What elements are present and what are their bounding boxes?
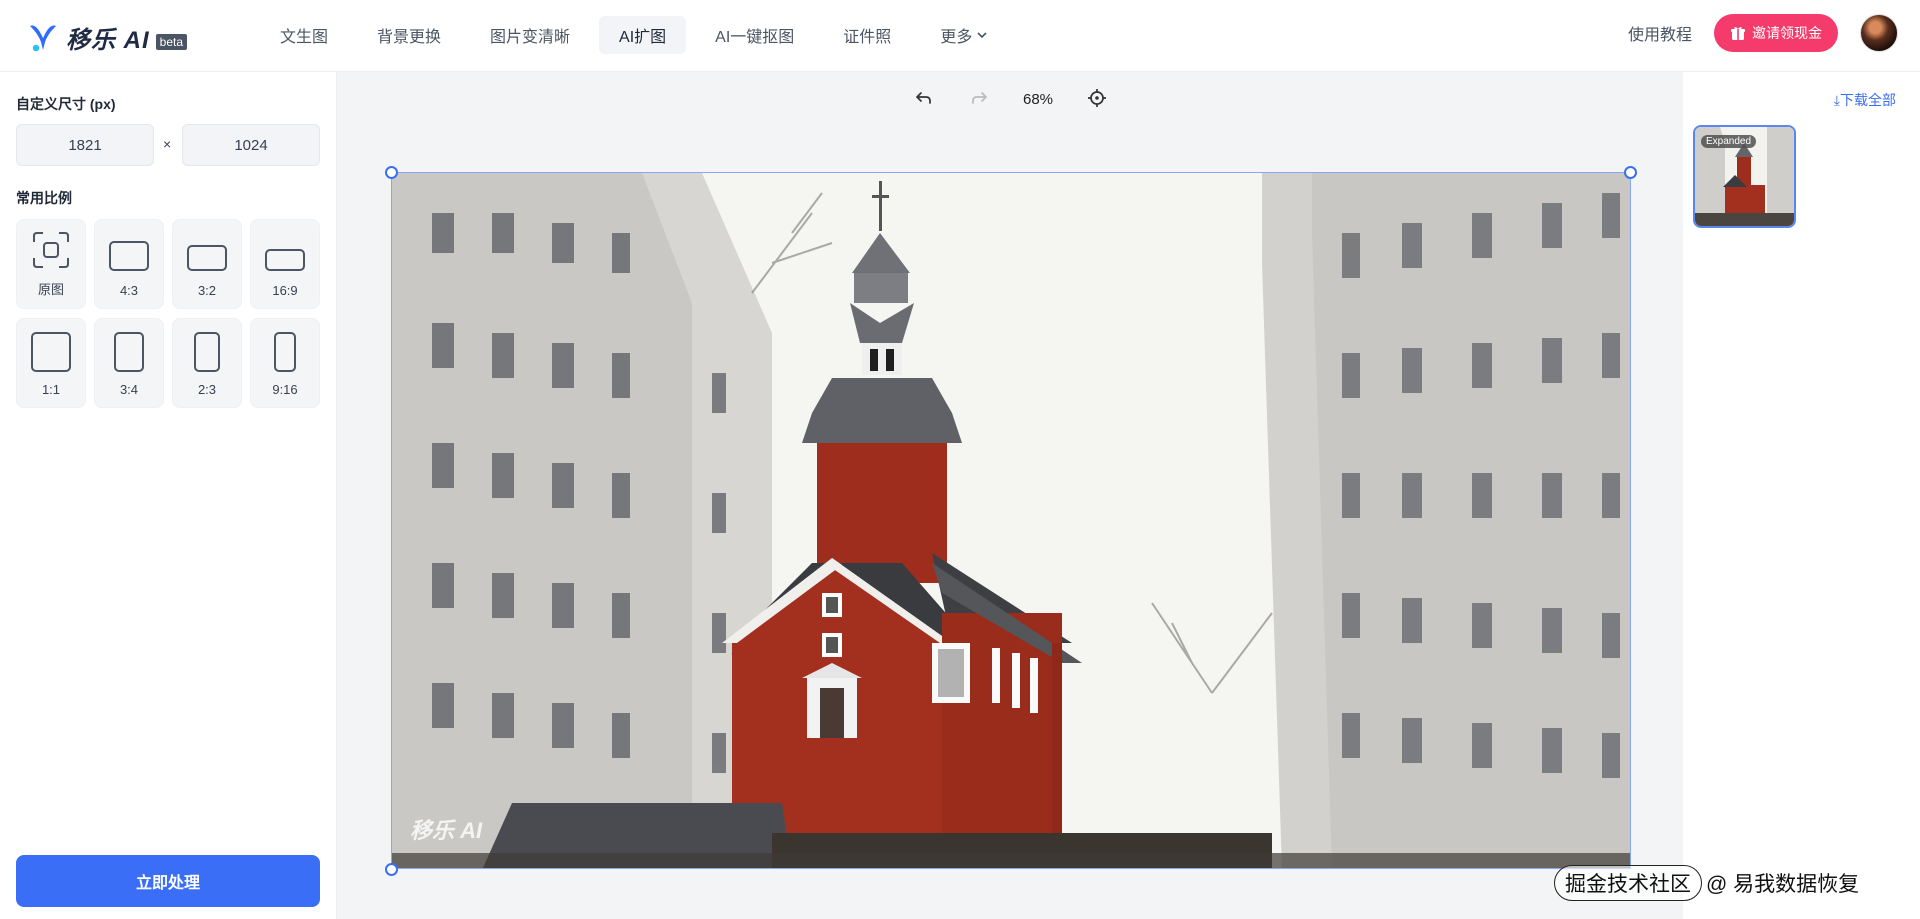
- watermark-pill: 掘金技术社区: [1554, 865, 1702, 901]
- resize-handle-bottom-left[interactable]: [385, 863, 398, 876]
- ratio-shape-icon: [194, 332, 220, 372]
- download-all-label: 下载全部: [1840, 92, 1896, 108]
- ratio-label: 2:3: [197, 382, 217, 397]
- church-photo: 移乐 AI: [392, 173, 1630, 868]
- undo-button[interactable]: [910, 84, 938, 112]
- ratio-grid: 原图 4:3 3:2 16:9 1:1 3:4 2:3 9:16: [16, 219, 320, 408]
- invite-label: 邀请领现金: [1752, 25, 1822, 41]
- ratio-2-3[interactable]: 2:3: [172, 318, 242, 408]
- chevron-down-icon: [977, 32, 987, 39]
- ratio-original[interactable]: 原图: [16, 219, 86, 309]
- redo-icon: [972, 92, 987, 104]
- top-header: 移乐 AI beta 文生图 背景更换 图片变清晰 AI扩图 AI一键抠图 证件…: [0, 0, 1920, 72]
- nav-label: 图片变清晰: [490, 29, 571, 46]
- original-size-icon: [33, 232, 69, 268]
- avatar[interactable]: [1860, 14, 1898, 52]
- nav-label: 背景更换: [377, 29, 442, 46]
- image-watermark: 移乐 AI: [410, 818, 483, 843]
- canvas-area: 68% 移乐 AI: [337, 72, 1683, 919]
- nav-id-photo[interactable]: 证件照: [823, 16, 911, 54]
- nav-more[interactable]: 更多: [920, 16, 1008, 54]
- canvas-toolbar: 68%: [337, 84, 1683, 112]
- main-nav: 文生图 背景更换 图片变清晰 AI扩图 AI一键抠图 证件照 更多: [260, 16, 1017, 54]
- ratio-label: 3:4: [119, 382, 139, 397]
- result-thumbnail[interactable]: Expanded: [1693, 125, 1796, 228]
- expanded-badge: Expanded: [1701, 135, 1757, 148]
- nav-background-replace[interactable]: 背景更换: [357, 16, 461, 54]
- gift-icon: [1731, 27, 1745, 40]
- settings-sidebar: 自定义尺寸 (px) × 常用比例 原图 4:3 3:2 16:9 1:1: [0, 72, 337, 919]
- header-actions: 使用教程 邀请领现金: [1628, 14, 1898, 52]
- ratio-3-2[interactable]: 3:2: [172, 219, 242, 309]
- ratio-label: 4:3: [119, 283, 139, 298]
- ratio-label: 原图: [37, 282, 64, 297]
- times-symbol: ×: [163, 136, 172, 152]
- ratio-4-3[interactable]: 4:3: [94, 219, 164, 309]
- ratio-16-9[interactable]: 16:9: [250, 219, 320, 309]
- logo-icon: [30, 24, 56, 51]
- ratio-label: 9:16: [272, 382, 298, 397]
- nav-label: 文生图: [280, 29, 329, 46]
- recenter-button[interactable]: [1083, 84, 1111, 112]
- resize-handle-top-left[interactable]: [385, 166, 398, 179]
- results-panel: ⤓下载全部 Expanded: [1683, 72, 1920, 919]
- zoom-level: 68%: [1023, 91, 1054, 108]
- width-input[interactable]: [16, 124, 154, 166]
- invite-cash-button[interactable]: 邀请领现金: [1714, 14, 1838, 52]
- ratio-title: 常用比例: [16, 190, 72, 206]
- custom-size-title: 自定义尺寸 (px): [16, 96, 116, 112]
- redo-button[interactable]: [965, 84, 993, 112]
- ratio-shape-icon: [265, 249, 305, 271]
- tutorial-link[interactable]: 使用教程: [1628, 21, 1692, 45]
- ratio-shape-icon: [187, 245, 227, 271]
- crosshair-icon: [1088, 89, 1106, 107]
- ratio-3-4[interactable]: 3:4: [94, 318, 164, 408]
- ratio-label: 16:9: [272, 283, 298, 298]
- ratio-shape-icon: [109, 241, 149, 271]
- ratio-label: 1:1: [41, 382, 61, 397]
- beta-badge: beta: [155, 33, 188, 50]
- logo[interactable]: 移乐 AI beta: [28, 20, 188, 55]
- nav-label: AI扩图: [619, 29, 667, 46]
- ratio-9-16[interactable]: 9:16: [250, 318, 320, 408]
- ratio-1-1[interactable]: 1:1: [16, 318, 86, 408]
- resize-handle-top-right[interactable]: [1624, 166, 1637, 179]
- nav-image-enhance[interactable]: 图片变清晰: [470, 16, 590, 54]
- ratio-shape-icon: [31, 332, 71, 372]
- watermark-text: @ 易我数据恢复: [1706, 873, 1860, 896]
- ratio-shape-icon: [274, 332, 296, 372]
- process-now-button[interactable]: 立即处理: [16, 855, 320, 907]
- ratio-label: 3:2: [197, 283, 217, 298]
- download-all-link[interactable]: ⤓下载全部: [1834, 90, 1896, 110]
- nav-label: 证件照: [843, 29, 892, 46]
- nav-ai-cutout[interactable]: AI一键抠图: [695, 16, 814, 54]
- nav-text-to-image[interactable]: 文生图: [260, 16, 348, 54]
- undo-icon: [916, 92, 931, 104]
- logo-text: 移乐 AI: [66, 27, 150, 54]
- nav-label: 更多: [940, 29, 973, 46]
- height-input[interactable]: [182, 124, 320, 166]
- expanded-image[interactable]: 移乐 AI: [391, 172, 1631, 869]
- ratio-shape-icon: [114, 332, 144, 372]
- page-watermark: 掘金技术社区 @ 易我数据恢复: [1546, 864, 1867, 902]
- nav-ai-expand[interactable]: AI扩图: [599, 16, 687, 54]
- nav-label: AI一键抠图: [715, 29, 795, 46]
